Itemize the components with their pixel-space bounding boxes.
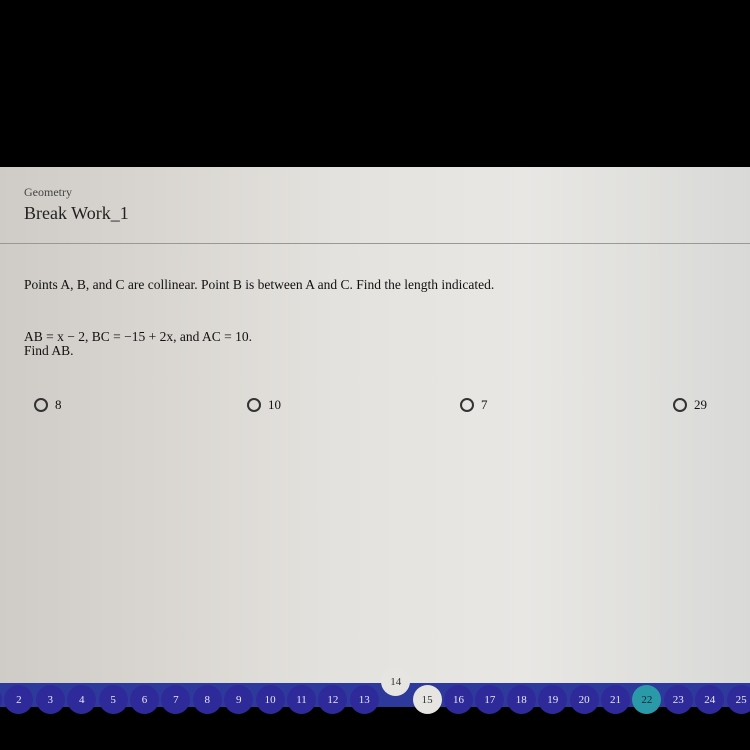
question-number-12[interactable]: 12 [318, 685, 348, 714]
answer-label: 10 [268, 397, 281, 412]
equation-text: AB = x − 2, BC = −15 + 2x, and AC = 10. [24, 329, 252, 344]
question-number-17[interactable]: 17 [475, 685, 505, 714]
question-number-22[interactable]: 22 [632, 685, 662, 714]
question-number-11[interactable]: 11 [287, 685, 316, 714]
answer-choice-3[interactable]: 7 [460, 397, 488, 413]
answer-choice-4[interactable]: 29 [673, 397, 707, 413]
header: Geometry Break Work_1 [0, 167, 750, 244]
radio-icon[interactable] [460, 398, 474, 412]
question-number-4[interactable]: 4 [67, 685, 97, 714]
radio-icon[interactable] [247, 398, 261, 412]
question-number-21[interactable]: 21 [601, 685, 630, 714]
question-number-5[interactable]: 5 [98, 685, 128, 714]
question-number-6[interactable]: 6 [130, 685, 159, 714]
answer-label: 7 [481, 397, 488, 412]
answer-label: 29 [694, 397, 707, 412]
question-number-24[interactable]: 24 [695, 685, 725, 714]
answer-choice-1[interactable]: 8 [34, 397, 62, 413]
question-number-16[interactable]: 16 [444, 685, 473, 714]
question-number-20[interactable]: 20 [569, 685, 599, 714]
question-number-7[interactable]: 7 [161, 685, 191, 714]
question-number-3[interactable]: 3 [35, 685, 65, 714]
question-prompt: Points A, B, and C are collinear. Point … [24, 277, 495, 292]
course-name: Geometry [24, 185, 72, 199]
question-number-13[interactable]: 13 [349, 685, 379, 714]
answer-choice-2[interactable]: 10 [247, 397, 281, 413]
question-number-18[interactable]: 18 [506, 685, 536, 714]
assignment-title: Break Work_1 [24, 203, 129, 223]
question-ask: Find AB. [24, 343, 74, 358]
question-number-8[interactable]: 8 [192, 685, 222, 714]
radio-icon[interactable] [34, 398, 48, 412]
question-number-9[interactable]: 9 [224, 685, 254, 714]
question-number-2[interactable]: 2 [4, 685, 34, 714]
quiz-screen: Geometry Break Work_1 Points A, B, and C… [0, 167, 750, 714]
question-number-15[interactable]: 15 [412, 685, 442, 714]
radio-icon[interactable] [673, 398, 687, 412]
question-number-10[interactable]: 10 [255, 685, 285, 714]
question-number-14[interactable]: 14 [381, 667, 411, 696]
question-number-19[interactable]: 19 [538, 685, 568, 714]
answer-label: 8 [55, 397, 62, 412]
question-number-25[interactable]: 25 [726, 685, 750, 714]
question-number-23[interactable]: 23 [663, 685, 693, 714]
question-equation: AB = x − 2, BC = −15 + 2x, and AC = 10. … [24, 330, 252, 358]
